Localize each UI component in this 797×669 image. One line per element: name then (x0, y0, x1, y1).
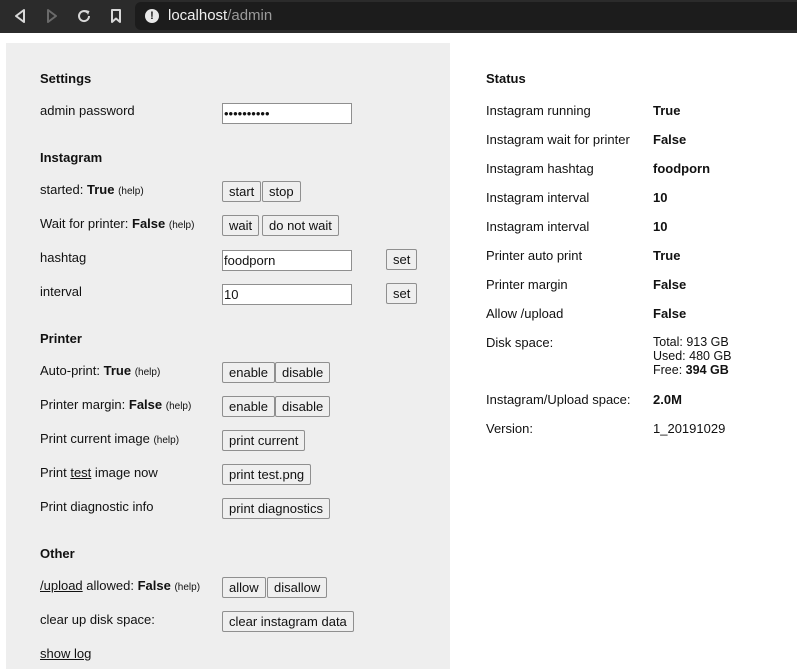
interval-set-button[interactable]: set (386, 283, 418, 304)
started-value: True (86, 182, 115, 197)
status-value: foodporn (653, 161, 711, 176)
upload-help-link[interactable]: (help) (174, 582, 200, 593)
autoprint-help-link[interactable]: (help) (135, 367, 161, 378)
wait-help-link[interactable]: (help) (169, 220, 195, 231)
wait-label: Wait for printer: (40, 216, 129, 231)
admin-page: Settings admin password •••••••••• Insta… (0, 33, 797, 669)
status-heading: Status (486, 71, 526, 86)
autoprint-disable-button[interactable]: disable (275, 362, 331, 383)
print-current-help-link[interactable]: (help) (153, 435, 179, 446)
margin-enable-button[interactable]: enable (222, 396, 276, 417)
printer-margin-row: Printer margin: False (help) (40, 397, 191, 412)
settings-panel (6, 43, 450, 669)
admin-password-field[interactable]: •••••••••• (222, 103, 352, 124)
url-host: localhost (168, 7, 228, 24)
allow-button[interactable]: allow (222, 577, 266, 598)
address-bar[interactable]: ! localhost/admin (135, 2, 797, 30)
print-diagnostics-button[interactable]: print diagnostics (222, 498, 330, 519)
hashtag-label: hashtag (40, 250, 87, 265)
disk-free: Free: 394 GB (653, 363, 732, 377)
url-path: /admin (227, 7, 273, 24)
cleanup-label: clear up disk space: (40, 612, 155, 627)
margin-help-link[interactable]: (help) (166, 401, 192, 412)
status-label: Instagram hashtag (486, 161, 594, 176)
status-value: 10 (653, 190, 668, 205)
info-icon[interactable]: ! (145, 9, 159, 23)
disk-free-label: Free: (653, 363, 683, 377)
settings-heading: Settings (40, 71, 92, 86)
start-button[interactable]: start (222, 181, 262, 202)
status-label: Printer auto print (486, 248, 583, 263)
url-text: localhost/admin (168, 7, 272, 24)
upload-space-label: Instagram/Upload space: (486, 392, 631, 407)
status-value: False (653, 277, 687, 292)
status-value: True (653, 103, 681, 118)
show-log-link[interactable]: show log (40, 646, 91, 661)
upload-label: allowed: (82, 578, 134, 593)
bookmark-icon[interactable] (105, 6, 127, 26)
status-label: Instagram running (486, 103, 591, 118)
disk-space-value: Total: 913 GB Used: 480 GB Free: 394 GB (653, 335, 732, 377)
version-label: Version: (486, 421, 533, 436)
status-label: Instagram interval (486, 219, 590, 234)
hashtag-input[interactable]: foodporn (222, 250, 352, 271)
status-label: Printer margin (486, 277, 568, 292)
disallow-button[interactable]: disallow (267, 577, 328, 598)
status-label: Allow /upload (486, 306, 564, 321)
status-value: True (653, 248, 681, 263)
printer-heading: Printer (40, 331, 82, 346)
clear-instagram-data-button[interactable]: clear instagram data (222, 611, 354, 632)
autoprint-label: Auto-print: (40, 363, 100, 378)
admin-password-label: admin password (40, 103, 135, 118)
wait-button[interactable]: wait (222, 215, 260, 236)
test-image-link[interactable]: test (70, 465, 91, 480)
disk-free-value: 394 GB (685, 363, 729, 377)
version-value: 1_20191029 (653, 421, 726, 436)
other-heading: Other (40, 546, 75, 561)
instagram-started-row: started: True (help) (40, 182, 144, 197)
disk-total: Total: 913 GB (653, 335, 729, 349)
back-icon[interactable] (9, 6, 31, 26)
diagnostic-label: Print diagnostic info (40, 499, 154, 514)
disk-space-label: Disk space: (486, 335, 554, 350)
margin-disable-button[interactable]: disable (275, 396, 331, 417)
wait-value: False (132, 216, 166, 231)
print-test-label-post: image now (91, 465, 158, 480)
print-test-button[interactable]: print test.png (222, 464, 312, 485)
print-test-row: Print test image now (40, 465, 158, 480)
interval-input[interactable]: 10 (222, 284, 352, 305)
print-current-button[interactable]: print current (222, 430, 306, 451)
print-current-row: Print current image (help) (40, 431, 179, 446)
disk-used: Used: 480 GB (653, 349, 732, 363)
started-help-link[interactable]: (help) (118, 186, 144, 197)
upload-allowed-row: /upload allowed: False (help) (40, 578, 200, 593)
status-value: False (653, 132, 687, 147)
interval-label: interval (40, 284, 82, 299)
hashtag-set-button[interactable]: set (386, 249, 418, 270)
autoprint-row: Auto-print: True (help) (40, 363, 160, 378)
reload-icon[interactable] (73, 6, 95, 26)
print-current-label: Print current image (40, 431, 150, 446)
started-label: started: (40, 182, 84, 197)
status-value: False (653, 306, 687, 321)
status-label: Instagram wait for printer (486, 132, 630, 147)
status-label: Instagram interval (486, 190, 590, 205)
upload-space-value: 2.0M (653, 392, 682, 407)
margin-label: Printer margin: (40, 397, 126, 412)
autoprint-enable-button[interactable]: enable (222, 362, 276, 383)
print-test-label-pre: Print (40, 465, 71, 480)
margin-value: False (128, 397, 163, 412)
instagram-heading: Instagram (40, 150, 103, 165)
autoprint-value: True (103, 363, 132, 378)
do-not-wait-button[interactable]: do not wait (262, 215, 339, 236)
stop-button[interactable]: stop (262, 181, 301, 202)
upload-link[interactable]: /upload (40, 578, 83, 593)
forward-icon[interactable] (41, 6, 63, 26)
status-value: 10 (653, 219, 668, 234)
wait-for-printer-row: Wait for printer: False (help) (40, 216, 194, 231)
upload-value: False (137, 578, 171, 593)
browser-toolbar: ! localhost/admin (0, 0, 797, 33)
